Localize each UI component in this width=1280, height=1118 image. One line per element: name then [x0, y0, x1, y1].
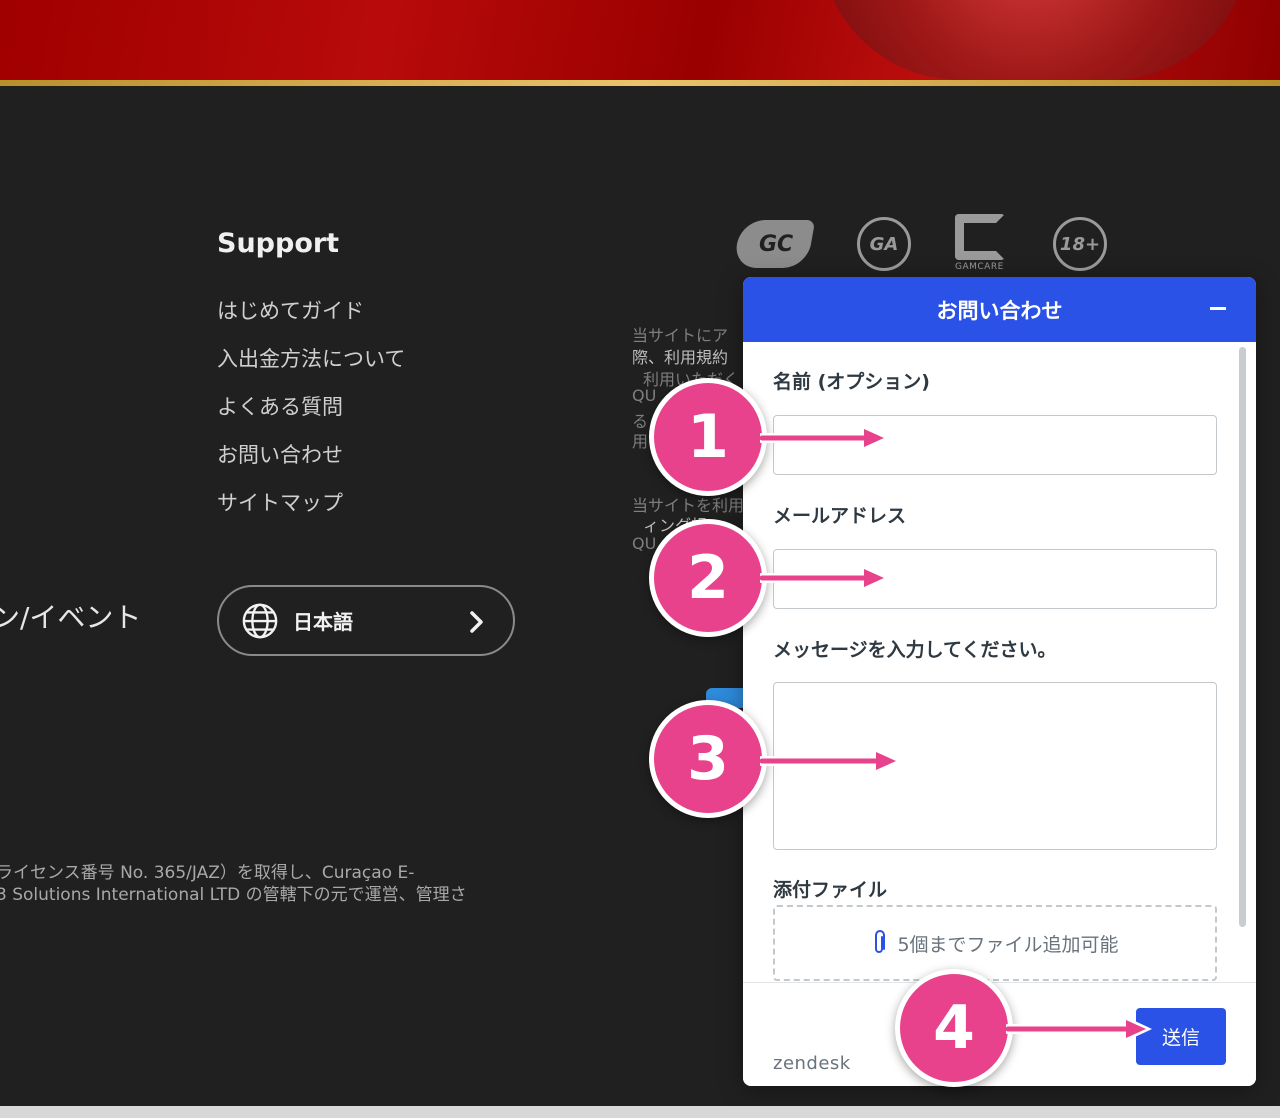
license-line: 3 Solutions International LTD の管轄下の元で運営、…	[0, 885, 467, 905]
ga-badge-icon[interactable]: GA	[857, 217, 911, 271]
attachment-hint: 5個までファイル追加可能	[897, 933, 1119, 956]
language-label: 日本語	[293, 610, 353, 634]
license-line: ライセンス番号 No. 365/JAZ）を取得し、Curaçao E-	[0, 863, 415, 883]
terms-text: 際、利用規約	[632, 348, 729, 367]
gamcare-label: GAMCARE	[955, 262, 1004, 272]
email-label: メールアドレス	[773, 505, 907, 527]
annotation-arrow-4	[1006, 1015, 1152, 1043]
ga-badge-label: GA	[869, 233, 899, 255]
paperclip-icon	[875, 930, 886, 953]
banner-gold-line	[0, 80, 1280, 86]
widget-title: お問い合わせ	[936, 298, 1063, 323]
attachment-label: 添付ファイル	[773, 879, 888, 901]
terms-text: QU	[632, 386, 657, 405]
support-link-deposit[interactable]: 入出金方法について	[217, 344, 405, 392]
support-links: はじめてガイド 入出金方法について よくある質問 お問い合わせ サイトマップ	[217, 296, 405, 536]
license-text: ライセンス番号 No. 365/JAZ）を取得し、Curaçao E- 3 So…	[0, 862, 467, 906]
age-badge-label: 18+	[1059, 233, 1101, 255]
widget-scrollbar[interactable]	[1239, 347, 1246, 927]
annotation-step-2: 2	[649, 519, 767, 637]
message-label: メッセージを入力してください。	[773, 639, 1057, 661]
name-label: 名前 (オプション)	[773, 371, 930, 393]
annotation-step-1: 1	[649, 378, 767, 496]
terms-text: 当サイトにア	[632, 326, 729, 345]
minimize-icon[interactable]	[1210, 307, 1226, 310]
annotation-step-3: 3	[649, 700, 767, 818]
bottom-edge	[0, 1106, 1280, 1118]
gc-badge-icon[interactable]: GC	[732, 216, 816, 272]
attachment-dropzone[interactable]: 5個までファイル追加可能	[773, 905, 1217, 981]
language-selector-button[interactable]: 日本語	[217, 585, 515, 656]
gc-badge-label: GC	[759, 232, 794, 257]
age-18-badge-icon: 18+	[1053, 217, 1107, 271]
gamcare-badge-icon[interactable]: GAMCARE	[955, 214, 1013, 274]
support-title: Support	[217, 228, 340, 259]
annotation-arrow-1	[760, 424, 890, 452]
annotation-arrow-2	[760, 564, 890, 592]
promotion-event-link[interactable]: ン/イベント	[0, 596, 141, 636]
annotation-arrow-3	[760, 747, 902, 775]
zendesk-logo[interactable]: zendesk	[773, 1053, 851, 1074]
globe-icon	[242, 603, 278, 638]
terms-text: 用	[632, 432, 649, 451]
terms-text: QU	[632, 534, 657, 553]
support-link-contact[interactable]: お問い合わせ	[217, 440, 405, 488]
annotation-step-4: 4	[895, 969, 1013, 1087]
support-link-guide[interactable]: はじめてガイド	[217, 296, 405, 344]
contact-widget: お問い合わせ 名前 (オプション) メールアドレス メッセージを入力してください…	[743, 277, 1256, 1086]
widget-header: お問い合わせ	[743, 277, 1256, 342]
support-link-sitemap[interactable]: サイトマップ	[217, 488, 405, 536]
chevron-right-icon	[470, 611, 483, 633]
support-link-faq[interactable]: よくある質問	[217, 392, 405, 440]
